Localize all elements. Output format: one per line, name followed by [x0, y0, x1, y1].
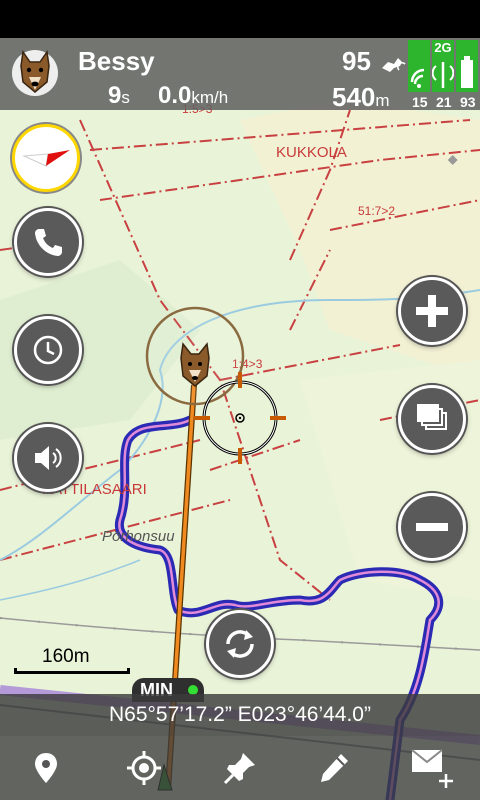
- gps-target-button[interactable]: [114, 742, 174, 794]
- mail-add-icon: [411, 749, 453, 788]
- map-label-parcel-1: 51:7>2: [358, 204, 395, 218]
- radio-signal-box: [408, 40, 430, 92]
- map-scale: 160m: [14, 646, 130, 674]
- dog-name: Bessy: [78, 46, 155, 76]
- zoom-out-button[interactable]: [398, 493, 466, 561]
- compass-button[interactable]: [12, 124, 80, 192]
- network-type-label: 2G: [434, 40, 452, 55]
- battery-icon: [461, 56, 473, 88]
- bottom-toolbar: [0, 736, 480, 800]
- dog-running-icon: [382, 58, 406, 72]
- layers-button[interactable]: [398, 385, 466, 453]
- radio-signal-icon: [410, 68, 425, 88]
- dog-avatar[interactable]: [12, 50, 58, 96]
- speaker-icon: [35, 446, 62, 470]
- dog-face-icon: [20, 50, 50, 93]
- plus-icon: [416, 295, 448, 327]
- signal-indicators: 2G: [408, 40, 478, 92]
- scale-label: 160m: [42, 646, 90, 667]
- pushpin-button[interactable]: [210, 742, 270, 794]
- pushpin-icon: [223, 753, 255, 785]
- scale-bar: [14, 668, 130, 674]
- phone-icon: [35, 229, 62, 256]
- dog-speed: 0.0km/h: [158, 82, 229, 109]
- location-pin-button[interactable]: [16, 742, 76, 794]
- call-button[interactable]: [14, 208, 82, 276]
- gps-target-icon: [127, 751, 161, 785]
- signal-count-radio: 15: [412, 94, 428, 110]
- network-signal-box: 2G: [431, 40, 455, 92]
- compass-needle-icon: [22, 150, 70, 167]
- clock-icon: [33, 335, 63, 365]
- map-label-kukkola: KUKKOLA: [276, 144, 347, 161]
- coordinates-bar[interactable]: N65°57’17.2” E023°46’44.0”: [0, 694, 480, 736]
- refresh-button[interactable]: [206, 610, 274, 678]
- pencil-button[interactable]: [304, 742, 364, 794]
- clock-button[interactable]: [14, 316, 82, 384]
- mail-add-button[interactable]: [400, 742, 460, 794]
- zoom-in-button[interactable]: [398, 277, 466, 345]
- collar-battery-value: 95: [342, 46, 371, 76]
- battery-box: [456, 40, 478, 92]
- minus-icon: [416, 523, 448, 531]
- refresh-icon: [226, 630, 254, 658]
- signal-count-network: 21: [436, 94, 452, 110]
- layers-icon: [417, 404, 447, 430]
- signal-count-battery: 93: [460, 94, 476, 110]
- system-status-bar: [0, 0, 480, 38]
- map-label-porhonsuu: Pörhonsuu: [102, 528, 175, 545]
- sound-button[interactable]: [14, 424, 82, 492]
- location-pin-icon: [35, 753, 57, 783]
- pencil-icon: [321, 754, 348, 782]
- dog-distance: 540m: [332, 82, 390, 112]
- elapsed-time: 9s: [108, 82, 130, 109]
